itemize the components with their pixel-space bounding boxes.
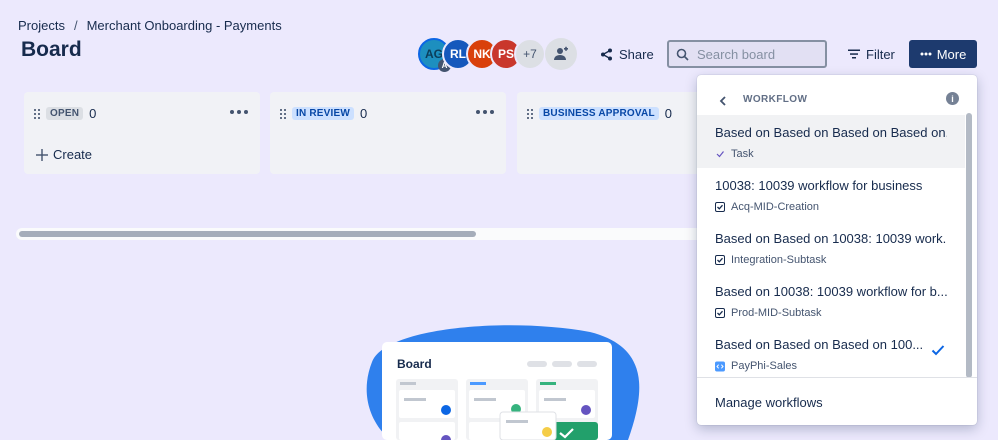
manage-workflows-link[interactable]: Manage workflows <box>715 395 823 410</box>
task-icon <box>715 149 725 159</box>
column-header: IN REVIEW 0 <box>280 106 367 121</box>
board-column-in-review[interactable]: IN REVIEW 0 <box>270 92 506 174</box>
column-count: 0 <box>664 106 672 121</box>
drag-handle-icon[interactable] <box>280 108 286 119</box>
info-icon[interactable]: i <box>946 92 959 105</box>
breadcrumb-projects-link[interactable]: Projects <box>18 18 65 33</box>
create-issue-button[interactable]: Create <box>36 147 92 162</box>
column-status-lozenge: BUSINESS APPROVAL <box>539 107 659 120</box>
breadcrumb: Projects / Merchant Onboarding - Payment… <box>18 18 282 33</box>
create-label: Create <box>53 147 93 162</box>
column-menu-icon[interactable] <box>476 110 494 114</box>
column-status-lozenge: OPEN <box>46 107 84 120</box>
issue-type-label: PayPhi-Sales <box>731 360 798 372</box>
breadcrumb-board-link[interactable]: Merchant Onboarding - Payments <box>87 18 282 33</box>
issue-type-label: Acq-MID-Creation <box>731 201 820 213</box>
code-icon <box>715 361 725 371</box>
checkbox-icon <box>715 255 725 265</box>
workflow-option[interactable]: Based on 10038: 10039 workflow for b... … <box>697 274 965 327</box>
avatar-more[interactable]: +7 <box>514 38 546 70</box>
more-button[interactable]: More <box>909 40 977 68</box>
board-horizontal-scrollbar[interactable] <box>16 228 706 240</box>
workflow-option[interactable]: 10038: 10039 workflow for business Acq-M… <box>697 168 965 221</box>
drag-handle-icon[interactable] <box>527 108 533 119</box>
filter-button[interactable]: Filter <box>848 43 895 65</box>
workflow-name: Based on Based on Based on Based on... <box>715 125 947 140</box>
scrollbar-thumb[interactable] <box>19 231 476 237</box>
empty-board-illustration: Board <box>360 322 640 440</box>
scrollbar-thumb[interactable] <box>966 113 972 378</box>
column-header: OPEN 0 <box>34 106 96 121</box>
ellipsis-icon <box>920 52 932 56</box>
board-column-open[interactable]: OPEN 0 Create <box>24 92 260 174</box>
column-header: BUSINESS APPROVAL 0 <box>527 106 672 121</box>
search-icon <box>676 48 689 61</box>
workflow-option[interactable]: Based on Based on 10038: 10039 work... I… <box>697 221 965 274</box>
checkmark-icon <box>931 343 945 361</box>
share-icon <box>601 48 612 60</box>
checkbox-icon <box>715 308 725 318</box>
plus-icon <box>36 148 48 161</box>
page-title: Board <box>21 38 82 61</box>
workflow-option-selected[interactable]: Based on Based on Based on 100... PayPhi… <box>697 327 965 380</box>
search-input[interactable] <box>697 46 817 62</box>
more-label: More <box>936 46 967 62</box>
workflow-option[interactable]: Based on Based on Based on Based on... T… <box>697 115 965 168</box>
workflow-dropdown: WORKFLOW i Based on Based on Based on Ba… <box>697 75 977 425</box>
filter-label: Filter <box>866 46 895 62</box>
workflow-name: 10038: 10039 workflow for business <box>715 178 923 193</box>
share-button[interactable]: Share <box>600 43 654 65</box>
workflow-name: Based on Based on 10038: 10039 work... <box>715 231 947 246</box>
illustration-title: Board <box>397 357 432 371</box>
column-status-lozenge: IN REVIEW <box>292 107 355 120</box>
search-field[interactable] <box>667 40 827 68</box>
add-people-button[interactable] <box>545 38 577 70</box>
issue-type-label: Task <box>731 148 754 160</box>
share-label: Share <box>619 46 654 62</box>
issue-type-label: Integration-Subtask <box>731 254 827 266</box>
breadcrumb-separator: / <box>73 18 78 33</box>
column-menu-icon[interactable] <box>230 110 248 114</box>
column-count: 0 <box>360 106 368 121</box>
column-count: 0 <box>89 106 97 121</box>
workflow-name: Based on 10038: 10039 workflow for b... <box>715 284 947 299</box>
dropdown-divider <box>697 377 977 378</box>
checkbox-icon <box>715 202 725 212</box>
back-chevron-icon[interactable] <box>719 93 727 111</box>
workflow-name: Based on Based on Based on 100... <box>715 337 924 352</box>
dropdown-title: WORKFLOW <box>743 94 808 105</box>
issue-type-label: Prod-MID-Subtask <box>731 307 822 319</box>
filter-icon <box>848 49 860 59</box>
add-person-icon <box>554 46 568 60</box>
drag-handle-icon[interactable] <box>34 108 40 119</box>
avatar-group: AG A RL NK PS +7 <box>418 38 546 72</box>
dropdown-scrollbar[interactable] <box>965 113 973 378</box>
